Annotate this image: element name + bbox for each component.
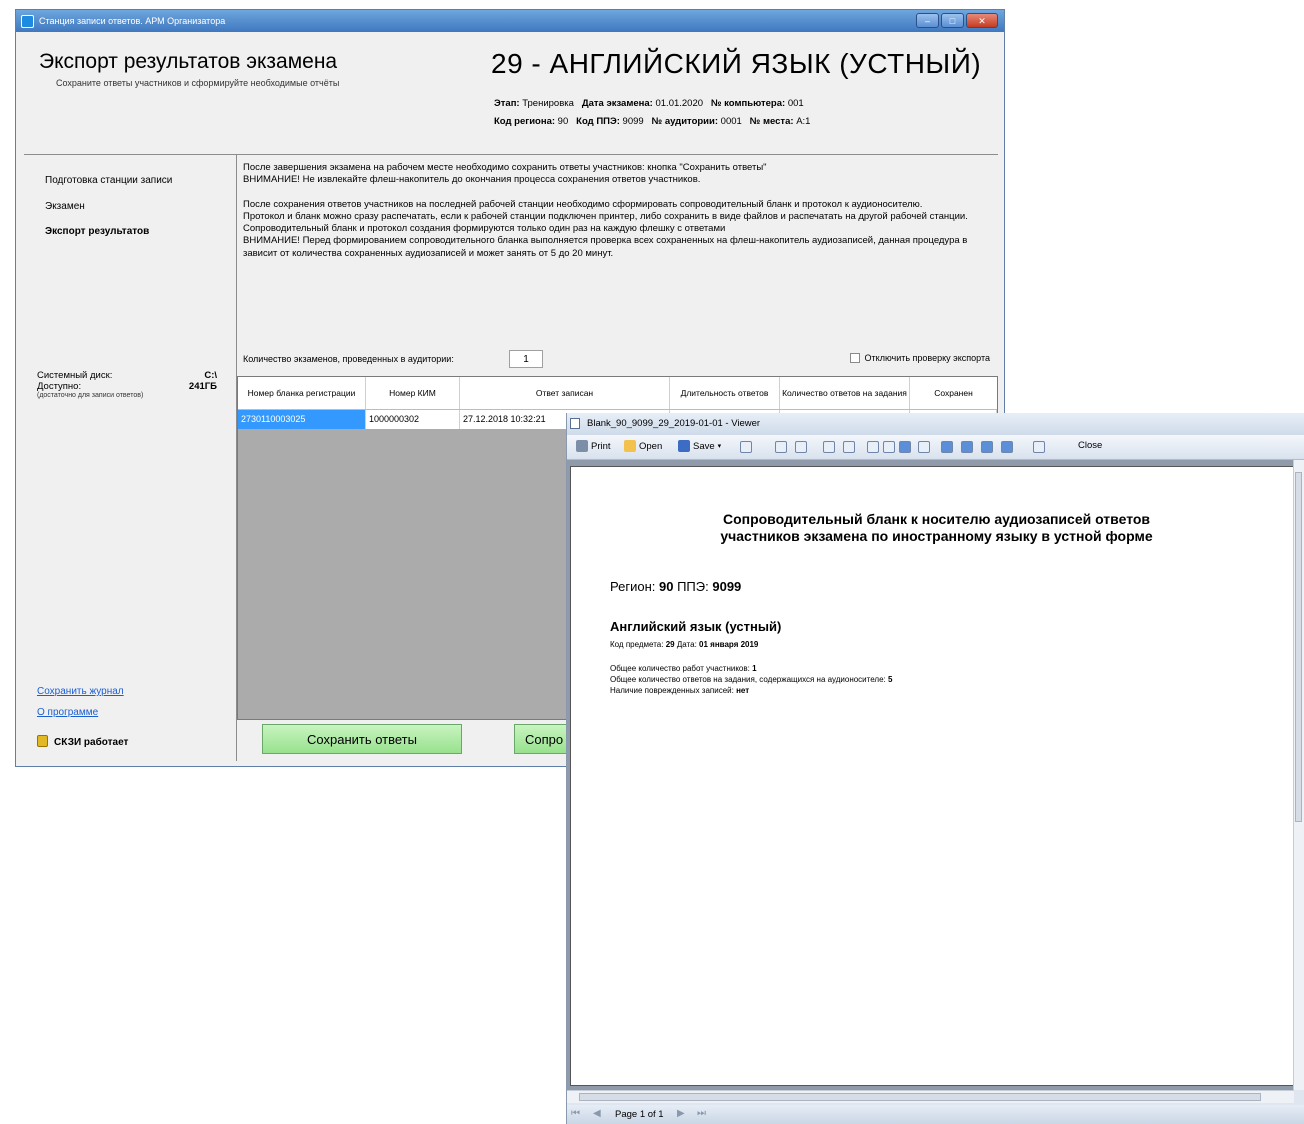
table-cell[interactable]: 1000000302 [366,410,460,429]
margins-icon[interactable] [883,441,895,453]
document-subject: Английский язык (устный) [610,619,782,634]
open-button[interactable]: Open [624,440,662,452]
free-value: 241ГБ [188,381,217,392]
left-nav: Подготовка станции записи Экзамен Экспор… [24,155,237,761]
page-icon[interactable] [843,441,855,453]
viewer-toolbar: Print Open Save ▾ Close [567,435,1304,460]
minimize-button[interactable]: – [916,13,939,28]
prev-page-icon[interactable]: ◀ [593,1108,601,1119]
table-cell[interactable]: 2730110003025 [238,410,366,429]
column-header[interactable]: Сохранен [910,377,997,409]
nav-item-export[interactable]: Экспорт результатов [45,226,149,237]
window-title: Станция записи ответов. АРМ Организатора [39,16,226,26]
subject-title: 29 - АНГЛИЙСКИЙ ЯЗЫК (УСТНЫЙ) [491,48,982,79]
first-page-icon[interactable]: ⏮ [571,1108,580,1119]
disk-note: (достаточно для записи ответов) [37,392,144,399]
column-header[interactable]: Длительность ответов [670,377,780,409]
instruction-paragraph: После сохранения ответов участников на п… [243,198,968,259]
column-header[interactable]: Количество ответов на задания [780,377,910,409]
scroll-thumb[interactable] [1295,472,1302,822]
export-icon[interactable] [740,441,752,453]
document-region: Регион: 90 ППЭ: 9099 [610,579,742,594]
viewer-window: Blank_90_9099_29_2019-01-01 - Viewer Pri… [566,413,1304,1124]
disk-label: Системный диск: [37,370,113,381]
viewer-title: Blank_90_9099_29_2019-01-01 - Viewer [587,418,761,429]
folder-icon [624,440,636,452]
about-link[interactable]: О программе [37,707,98,718]
lock-icon [37,735,48,747]
horizontal-scrollbar[interactable] [567,1090,1294,1103]
viewer-statusbar: ⏮ ◀ Page 1 of 1 ▶ ⏭ [567,1105,1304,1124]
disk-value: C:\ [204,370,217,381]
floppy-icon [678,440,690,452]
print-button[interactable]: Print [576,440,611,452]
zoom-multi-icon[interactable] [1001,441,1013,453]
printer-icon [576,440,588,452]
disable-export-check[interactable]: Отключить проверку экспорта [849,353,990,363]
disable-export-check-label: Отключить проверку экспорта [864,353,990,363]
page-subtitle: Сохраните ответы участников и сформируйт… [56,78,340,88]
zoom-width-icon[interactable] [961,441,973,453]
page-setup-icon[interactable] [867,441,879,453]
save-log-link[interactable]: Сохранить журнал [37,686,124,697]
exam-count-label: Количество экзаменов, проведенных в ауди… [243,354,454,364]
zoom-page-icon[interactable] [941,441,953,453]
viewer-page-area: Сопроводительный бланк к носителю аудиоз… [567,460,1303,1090]
exam-info-line-1: Этап: Тренировка Дата экзамена: 01.01.20… [494,98,804,109]
document-code-date: Код предмета: 29 Дата: 01 января 2019 [610,640,759,649]
column-header[interactable]: Ответ записан [460,377,670,409]
last-page-icon[interactable]: ⏭ [697,1108,706,1119]
page-indicator: Page 1 of 1 [615,1109,664,1120]
maximize-button[interactable]: □ [941,13,964,28]
paste-icon[interactable] [795,441,807,453]
zoom-icon[interactable] [1033,441,1045,453]
disk-info: Системный диск: C:\ Доступно: 241ГБ (доста… [37,370,217,399]
page-title: Экспорт результатов экзамена [39,50,338,73]
document-stats: Общее количество работ участников: 1 Общ… [610,664,893,695]
app-icon [21,15,34,28]
find-icon[interactable] [918,441,930,453]
exam-header: Экспорт результатов экзамена Сохраните о… [24,34,998,155]
exam-count-row: Количество экзаменов, проведенных в ауди… [243,350,998,372]
instructions: После завершения экзамена на рабочем мес… [243,162,988,272]
nav-item-exam[interactable]: Экзамен [45,201,85,212]
document-page: Сопроводительный бланк к носителю аудиоз… [570,466,1303,1086]
column-header[interactable]: Номер бланка регистрации [238,377,366,409]
checkbox[interactable] [849,353,860,363]
viewer-titlebar: Blank_90_9099_29_2019-01-01 - Viewer [567,413,1304,435]
close-button[interactable]: ✕ [966,13,998,28]
exam-info-line-2: Код региона: 90 Код ППЭ: 9099 № аудитори… [494,116,811,127]
zoom-two-pages-icon[interactable] [981,441,993,453]
next-page-icon[interactable]: ▶ [677,1108,685,1119]
main-titlebar: Станция записи ответов. АРМ Организатора… [16,10,1004,32]
table-header: Номер бланка регистрации Номер КИМ Ответ… [238,377,997,410]
nav-item-prep[interactable]: Подготовка станции записи [45,175,172,186]
save-button[interactable]: Save ▾ [678,440,721,452]
instruction-paragraph: После завершения экзамена на рабочем мес… [243,162,767,186]
document-icon [570,418,580,429]
scroll-thumb[interactable] [579,1093,1261,1101]
free-label: Доступно: [37,381,82,392]
save-answers-button[interactable]: Сохранить ответы [262,724,462,754]
copy-icon[interactable] [775,441,787,453]
edit-icon[interactable] [823,441,835,453]
close-viewer-button[interactable]: Close [1078,440,1102,451]
layout-icon[interactable] [899,441,911,453]
document-title: Сопроводительный бланк к носителю аудиоз… [720,511,1153,544]
column-header[interactable]: Номер КИМ [366,377,460,409]
vertical-scrollbar[interactable] [1293,460,1304,1090]
skzi-status: СКЗИ работает [37,735,128,748]
exam-count-input[interactable]: 1 [509,350,543,368]
